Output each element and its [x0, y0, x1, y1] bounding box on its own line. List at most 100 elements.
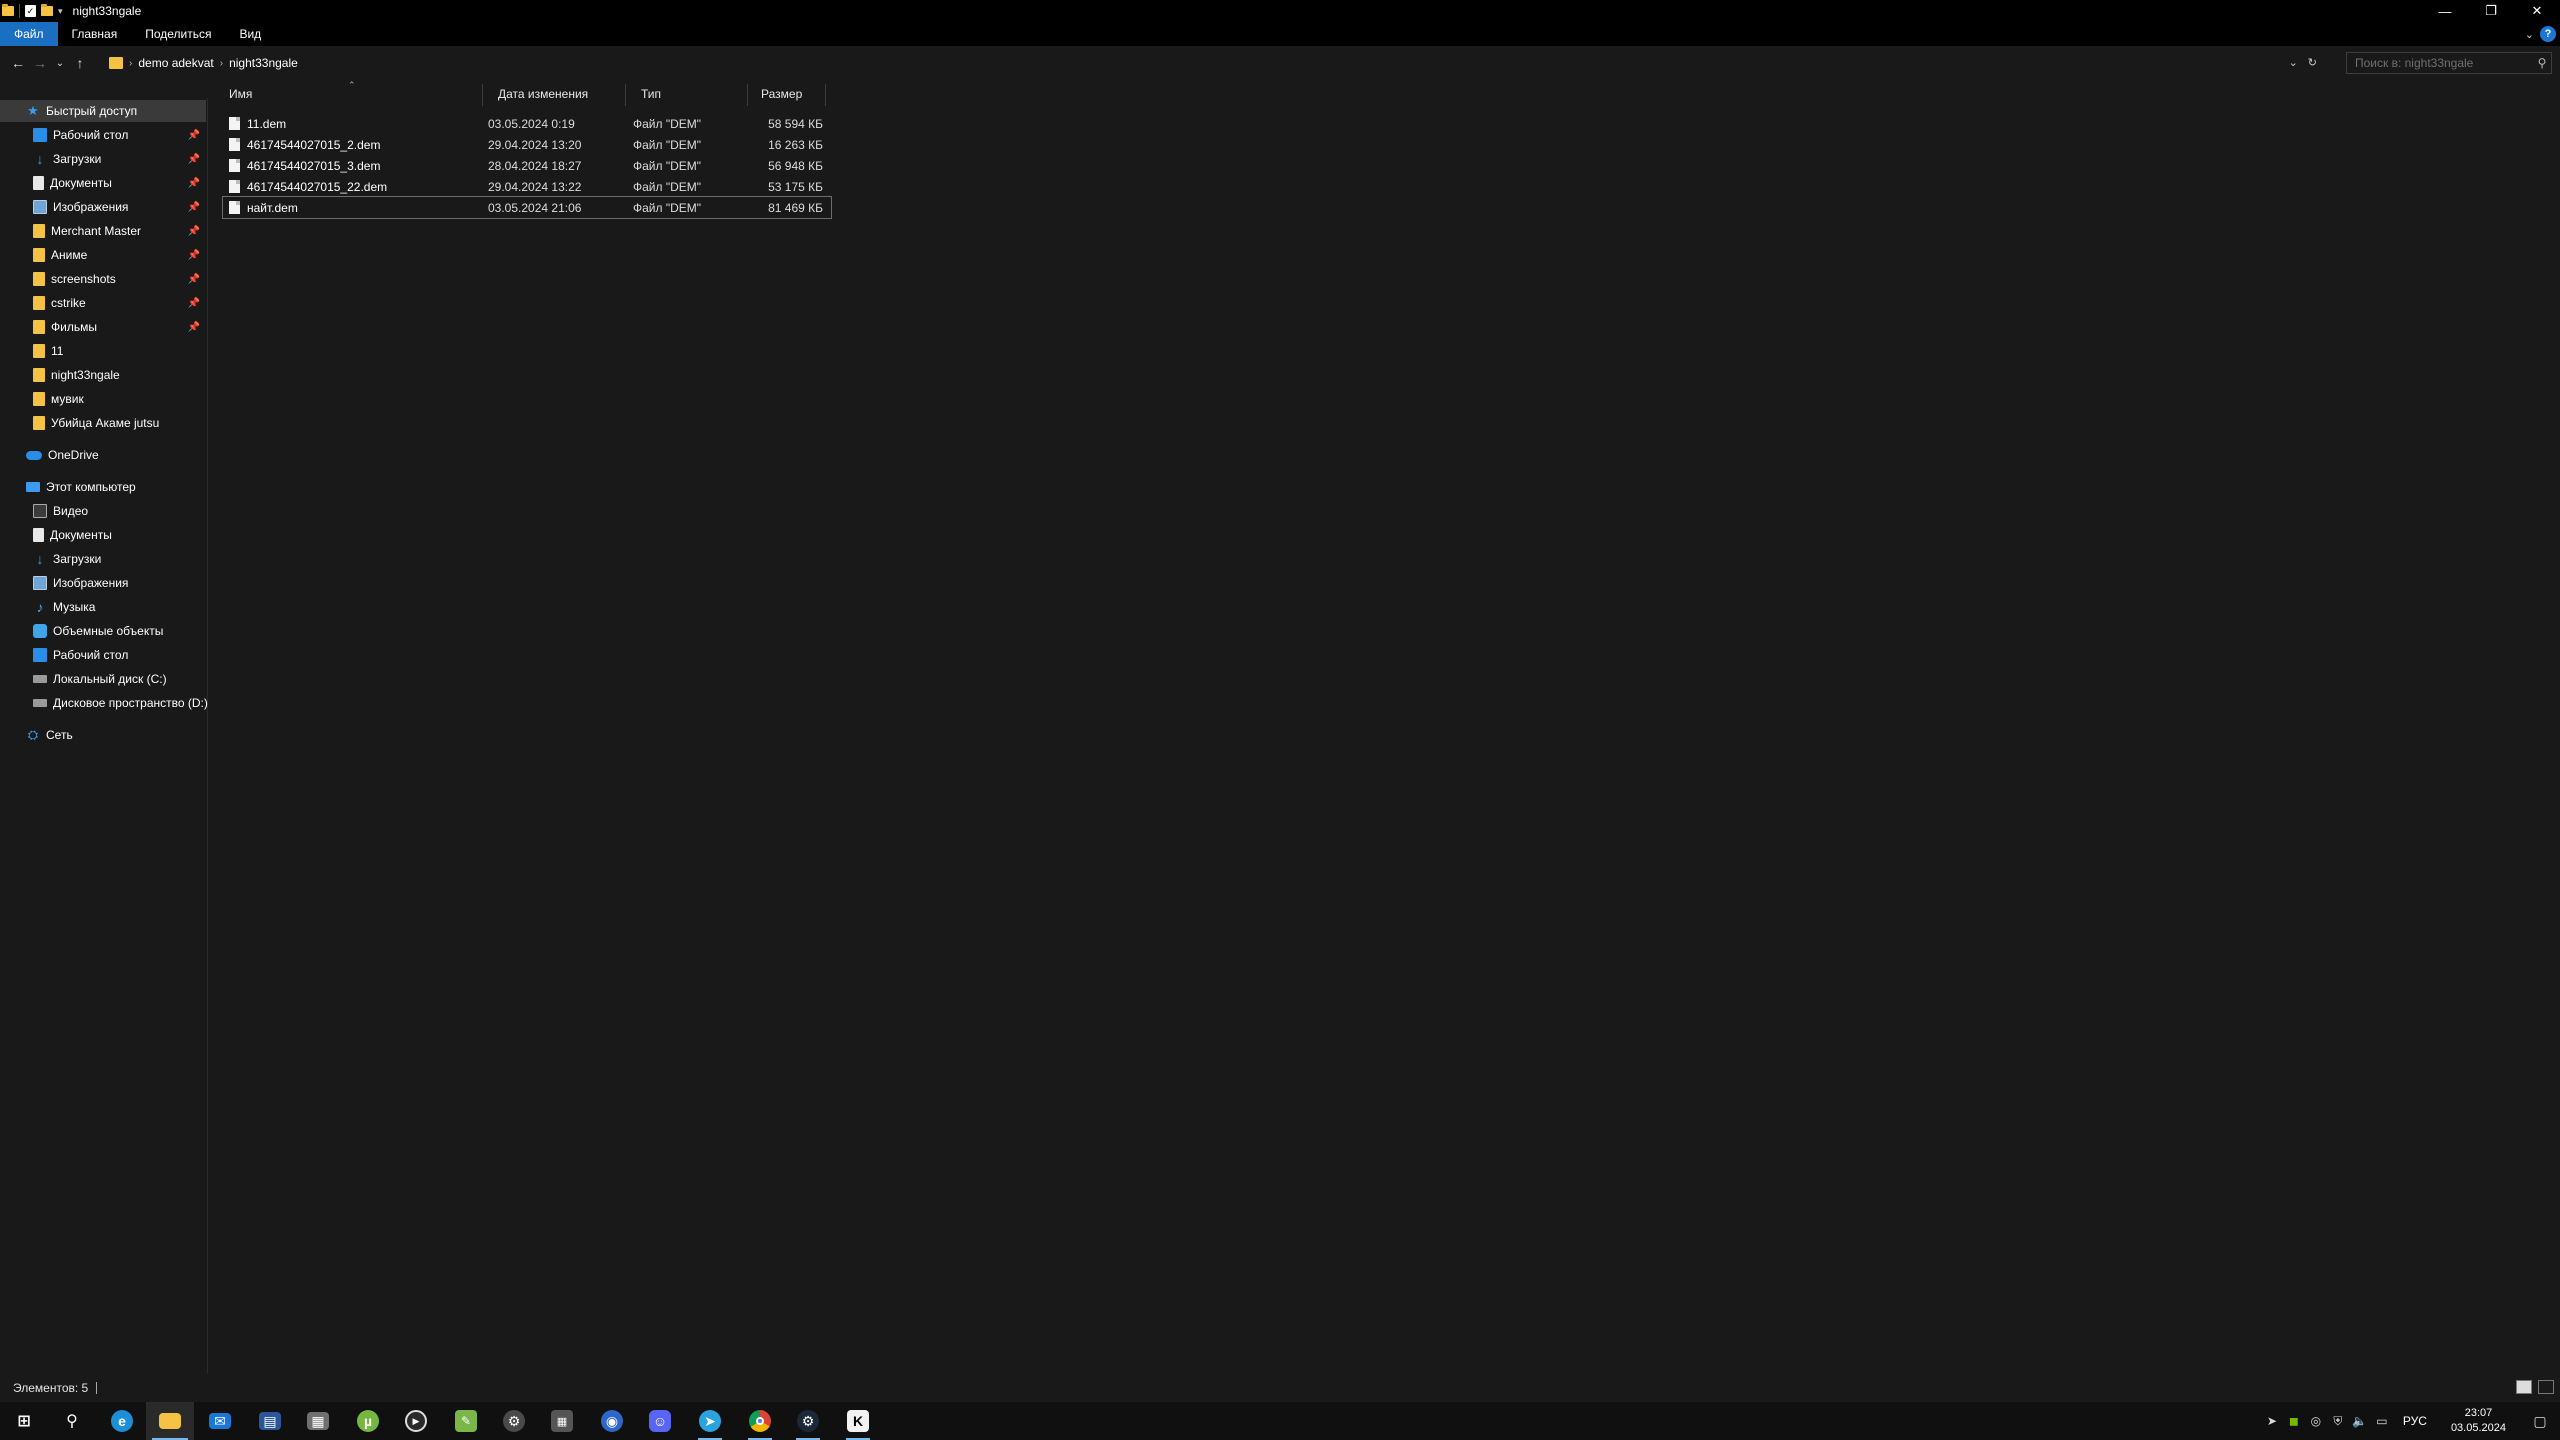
- taskbar-steam[interactable]: ⚙: [784, 1402, 832, 1440]
- details-view-icon[interactable]: [2516, 1380, 2532, 1394]
- tab-share[interactable]: Поделиться: [131, 22, 225, 46]
- sidebar-item-anime[interactable]: Аниме 📌: [0, 244, 206, 266]
- taskbar-calculator[interactable]: ▦: [538, 1402, 586, 1440]
- pin-icon[interactable]: 📌: [188, 298, 200, 309]
- maximize-button[interactable]: ❐: [2468, 0, 2514, 22]
- sidebar-item-downloads[interactable]: ↓ Загрузки 📌: [0, 148, 206, 170]
- taskbar-mail[interactable]: ✉: [196, 1402, 244, 1440]
- sidebar-item-films[interactable]: Фильмы 📌: [0, 316, 206, 338]
- up-button[interactable]: ↑: [69, 50, 91, 76]
- breadcrumb-separator-icon[interactable]: ›: [220, 58, 223, 69]
- address-bar[interactable]: › demo adekvat › night33ngale ⌄ ↻: [104, 51, 2324, 75]
- taskbar-utorrent[interactable]: µ: [344, 1402, 392, 1440]
- steam-tray-icon[interactable]: ◎: [2305, 1414, 2327, 1428]
- taskbar-edge[interactable]: e: [98, 1402, 146, 1440]
- search-icon[interactable]: ⚲: [2533, 56, 2551, 70]
- tab-home[interactable]: Главная: [58, 22, 132, 46]
- taskbar-file-explorer[interactable]: [146, 1402, 194, 1440]
- sidebar-item-video[interactable]: Видео: [0, 500, 206, 522]
- breadcrumb-item[interactable]: demo adekvat: [138, 56, 213, 70]
- sidebar-item-drive-c[interactable]: Локальный диск (C:): [0, 668, 206, 690]
- sidebar-item-screenshots[interactable]: screenshots 📌: [0, 268, 206, 290]
- taskbar-outlook[interactable]: ▤: [246, 1402, 294, 1440]
- sidebar-item-desktop[interactable]: Рабочий стол 📌: [0, 124, 206, 146]
- pin-icon[interactable]: 📌: [188, 178, 200, 189]
- back-button[interactable]: ←: [7, 50, 29, 76]
- security-icon[interactable]: ⛨: [2327, 1414, 2349, 1429]
- file-row[interactable]: 46174544027015_3.dem 28.04.2024 18:27 Фа…: [223, 155, 831, 176]
- pin-icon[interactable]: 📌: [188, 154, 200, 165]
- customize-toolbar-icon[interactable]: ▾: [58, 6, 63, 17]
- pin-icon[interactable]: 📌: [188, 322, 200, 333]
- help-icon[interactable]: ?: [2540, 26, 2556, 42]
- taskbar-discord[interactable]: ☺: [636, 1402, 684, 1440]
- sidebar-item-music[interactable]: ♪ Музыка: [0, 596, 206, 618]
- properties-icon[interactable]: ✓: [25, 5, 36, 17]
- sidebar-item-pc-pictures[interactable]: Изображения: [0, 572, 206, 594]
- sidebar-item-network[interactable]: ⛭ Сеть: [0, 724, 206, 746]
- pin-icon[interactable]: 📌: [188, 250, 200, 261]
- volume-icon[interactable]: 🔈: [2349, 1414, 2371, 1428]
- telegram-tray-icon[interactable]: ➤: [2261, 1414, 2283, 1428]
- sidebar-item-onedrive[interactable]: OneDrive: [0, 444, 206, 466]
- taskbar-telegram[interactable]: ➤: [686, 1402, 734, 1440]
- notifications-icon[interactable]: ▢: [2520, 1413, 2560, 1430]
- file-row[interactable]: 46174544027015_2.dem 29.04.2024 13:20 Фа…: [223, 134, 831, 155]
- large-icons-view-icon[interactable]: [2538, 1380, 2554, 1394]
- sidebar-item-pc-desktop[interactable]: Рабочий стол: [0, 644, 206, 666]
- breadcrumb-separator-icon[interactable]: ›: [129, 58, 132, 69]
- start-button[interactable]: ⊞: [0, 1402, 48, 1440]
- expand-ribbon-icon[interactable]: ⌄: [2525, 28, 2534, 41]
- column-header-type[interactable]: Тип: [625, 80, 747, 108]
- breadcrumb-item[interactable]: night33ngale: [229, 56, 298, 70]
- nvidia-icon[interactable]: ◼: [2283, 1414, 2305, 1428]
- sidebar-item-drive-d[interactable]: Дисковое пространство (D:): [0, 692, 208, 714]
- sidebar-item-merchant-master[interactable]: Merchant Master 📌: [0, 220, 206, 242]
- sidebar-item-pc-documents[interactable]: Документы: [0, 524, 206, 546]
- pin-icon[interactable]: 📌: [188, 226, 200, 237]
- file-row[interactable]: найт.dem 03.05.2024 21:06 Файл "DEM" 81 …: [222, 196, 832, 219]
- search-box[interactable]: ⚲: [2346, 52, 2552, 74]
- sidebar-item-pictures[interactable]: Изображения 📌: [0, 196, 206, 218]
- taskbar-chrome[interactable]: [736, 1402, 784, 1440]
- search-button[interactable]: ⚲: [48, 1402, 96, 1440]
- sidebar-item-muvik[interactable]: мувик: [0, 388, 206, 410]
- pin-icon[interactable]: 📌: [188, 274, 200, 285]
- pin-icon[interactable]: 📌: [188, 130, 200, 141]
- taskbar-player[interactable]: ▶: [392, 1402, 440, 1440]
- folder-icon[interactable]: [2, 4, 14, 16]
- sidebar-item-3d-objects[interactable]: Объемные объекты: [0, 620, 206, 642]
- forward-button[interactable]: →: [29, 50, 51, 76]
- taskbar-app-blue[interactable]: ◉: [588, 1402, 636, 1440]
- new-folder-icon[interactable]: [41, 4, 53, 16]
- column-header-size[interactable]: Размер: [747, 80, 835, 108]
- sidebar-item-pc-downloads[interactable]: ↓ Загрузки: [0, 548, 206, 570]
- column-header-name[interactable]: Имя: [209, 80, 482, 108]
- taskbar-cs-app[interactable]: K: [834, 1402, 882, 1440]
- column-divider[interactable]: [825, 84, 826, 106]
- sidebar-item-night33ngale[interactable]: night33ngale: [0, 364, 206, 386]
- file-row[interactable]: 11.dem 03.05.2024 0:19 Файл "DEM" 58 594…: [223, 113, 831, 134]
- column-header-date[interactable]: Дата изменения: [482, 80, 625, 108]
- search-input[interactable]: [2347, 56, 2533, 70]
- file-row[interactable]: 46174544027015_22.dem 29.04.2024 13:22 Ф…: [223, 176, 831, 197]
- sidebar-item-this-pc[interactable]: Этот компьютер: [0, 476, 206, 498]
- taskbar-settings-app[interactable]: ⚙: [490, 1402, 538, 1440]
- close-button[interactable]: ✕: [2514, 0, 2560, 22]
- taskbar-notepad[interactable]: ✎: [442, 1402, 490, 1440]
- sidebar-item-documents[interactable]: Документы 📌: [0, 172, 206, 194]
- pin-icon[interactable]: 📌: [188, 202, 200, 213]
- taskbar-app-gray[interactable]: ▦: [294, 1402, 342, 1440]
- sidebar-item-11[interactable]: 11: [0, 340, 206, 362]
- recent-locations-button[interactable]: ⌄: [51, 50, 69, 76]
- sidebar-item-cstrike[interactable]: cstrike 📌: [0, 292, 206, 314]
- refresh-icon[interactable]: ↻: [2308, 56, 2317, 69]
- input-language[interactable]: РУС: [2403, 1414, 2427, 1428]
- sidebar-item-quick-access[interactable]: ★ Быстрый доступ: [0, 100, 206, 122]
- sidebar-item-akame[interactable]: Убийца Акаме jutsu: [0, 412, 206, 434]
- clock[interactable]: 23:07 03.05.2024: [2451, 1406, 2506, 1436]
- tab-view[interactable]: Вид: [225, 22, 275, 46]
- minimize-button[interactable]: —: [2422, 0, 2468, 22]
- address-dropdown-icon[interactable]: ⌄: [2289, 56, 2298, 69]
- tab-file[interactable]: Файл: [0, 22, 58, 46]
